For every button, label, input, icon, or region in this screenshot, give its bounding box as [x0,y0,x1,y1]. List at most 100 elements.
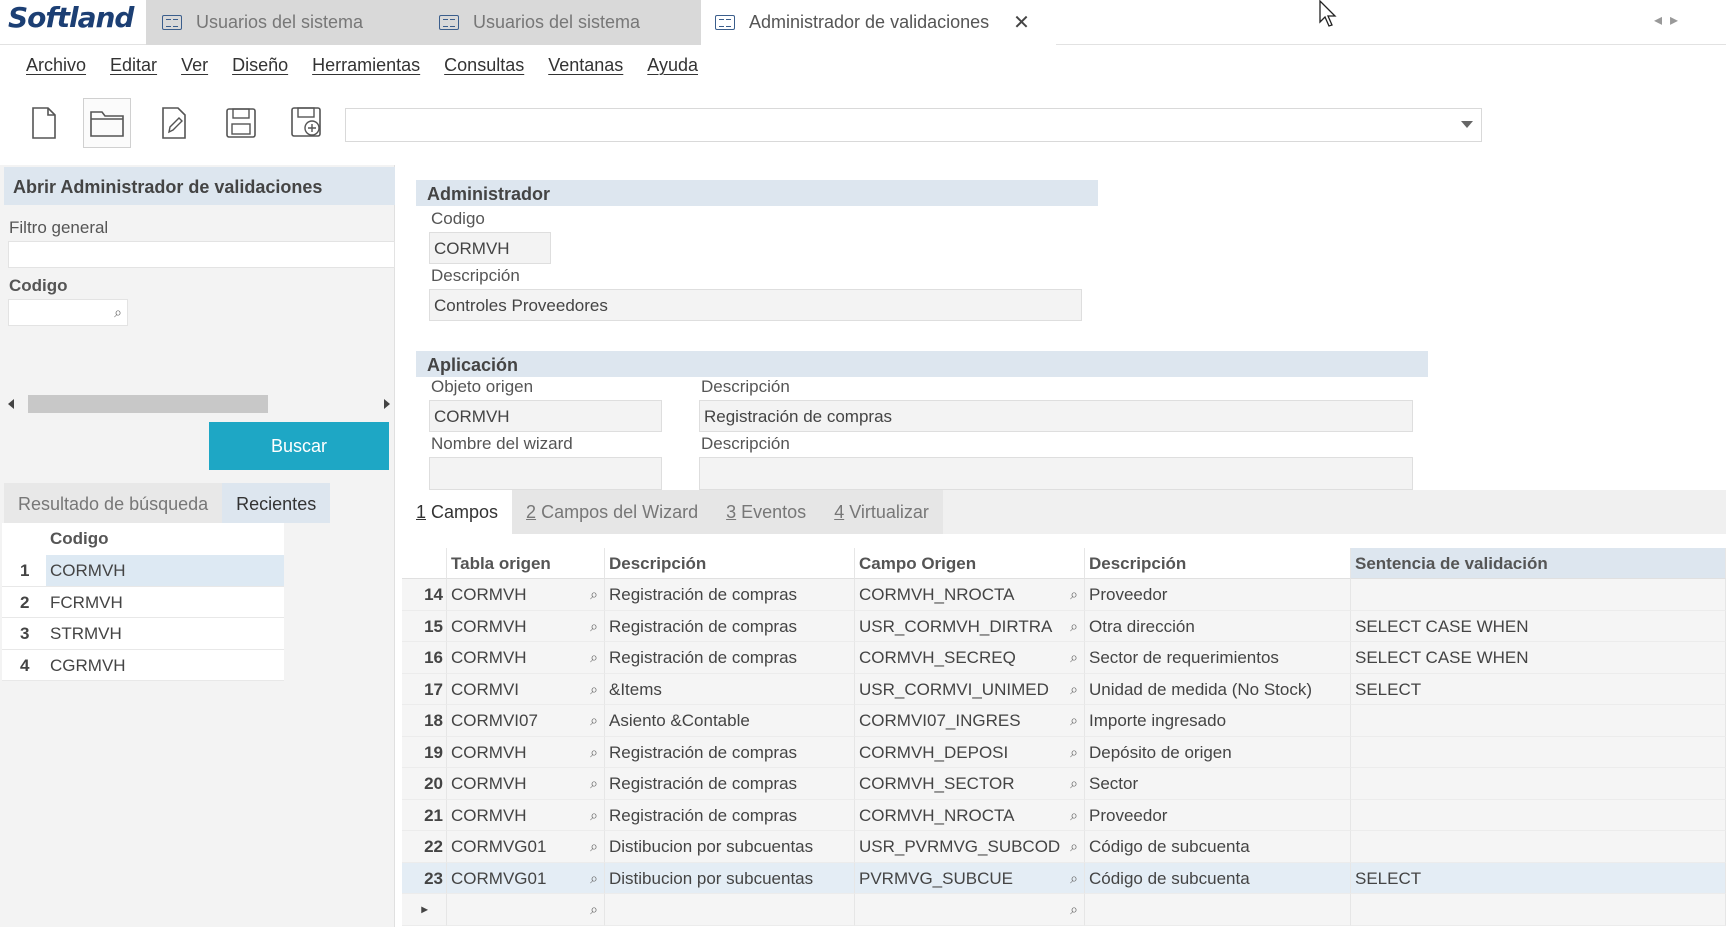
recent-code[interactable]: FCRMVH [46,586,284,617]
recent-code[interactable]: STRMVH [46,618,284,649]
cell-descripcion-campo[interactable]: Proveedor [1085,799,1351,831]
admin-descripcion-field[interactable]: Controles Proveedores [429,289,1082,321]
new-row[interactable]: ▸ ⌕ ⌕ [402,894,1726,926]
cell-descripcion[interactable]: Registración de compras [605,610,855,642]
list-item[interactable]: 2 FCRMVH [2,586,284,618]
list-item[interactable]: 1 CORMVH [2,555,284,587]
table-row[interactable]: 20 CORMVH ⌕ Registración de compras CORMVH_S… [402,768,1726,800]
menu-diseno[interactable]: Diseño [232,55,288,76]
cell-campo-origen[interactable]: ⌕ [855,894,1085,926]
cell-tabla-origen[interactable]: CORMVH ⌕ [447,610,605,642]
cell-sentencia[interactable]: SELECT CASE WHEN [1351,642,1726,674]
lookup-icon[interactable]: ⌕ [1070,775,1078,792]
cell-descripcion-campo[interactable]: Importe ingresado [1085,705,1351,737]
table-row[interactable]: 15 CORMVH ⌕ Registración de compras USR_CORM… [402,610,1726,642]
lookup-icon[interactable]: ⌕ [1070,681,1078,698]
cell-descripcion-campo[interactable]: Sector [1085,768,1351,800]
cell-sentencia[interactable] [1351,705,1726,737]
buscar-button[interactable]: Buscar [209,422,389,470]
save-as-button[interactable] [283,98,331,148]
col-tabla-origen[interactable]: Tabla origen [447,548,605,579]
cell-sentencia[interactable]: SELECT CASE WHEN [1351,610,1726,642]
cell-descripcion[interactable]: &Items [605,673,855,705]
lookup-icon[interactable]: ⌕ [590,870,598,887]
lookup-icon[interactable]: ⌕ [590,681,598,698]
table-row[interactable]: 22 CORMVG01 ⌕ Distibucion por subcuentas USR… [402,831,1726,863]
lookup-icon[interactable]: ⌕ [1070,901,1078,918]
menu-archivo[interactable]: Archivo [26,55,86,76]
table-row[interactable]: 17 CORMVI ⌕ &Items USR_CORMVI_UNIMED ⌕ Unidad … [402,673,1726,705]
menu-ventanas[interactable]: Ventanas [548,55,623,76]
tab-scroll-arrows[interactable]: ◂▸ [1654,10,1686,30]
table-row[interactable]: 16 CORMVH ⌕ Registración de compras CORMVH_S… [402,642,1726,674]
cell-tabla-origen[interactable]: CORMVH ⌕ [447,799,605,831]
toolbar-combo[interactable] [345,108,1482,142]
cell-tabla-origen[interactable]: CORMVI07 ⌕ [447,705,605,737]
cell-sentencia[interactable] [1351,799,1726,831]
lookup-icon[interactable]: ⌕ [1070,807,1078,824]
cell-descripcion-campo[interactable]: Código de subcuenta [1085,862,1351,894]
cell-descripcion-campo[interactable]: Proveedor [1085,579,1351,611]
table-row[interactable]: 23 CORMVG01 ⌕ Distibucion por subcuentas PVR… [402,862,1726,894]
objeto-origen-field[interactable]: CORMVH [429,400,662,432]
tab-administrador[interactable]: Administrador de validaciones ✕ [701,0,1056,45]
cell-descripcion-campo[interactable]: Sector de requerimientos [1085,642,1351,674]
cell-descripcion-campo[interactable]: Depósito de origen [1085,736,1351,768]
col-descripcion[interactable]: Descripción [605,548,855,579]
cell-campo-origen[interactable]: PVRMVG_SUBCUE ⌕ [855,862,1085,894]
lookup-icon[interactable]: ⌕ [590,649,598,666]
cell-campo-origen[interactable]: CORMVH_NROCTA ⌕ [855,799,1085,831]
cell-campo-origen[interactable]: CORMVH_NROCTA ⌕ [855,579,1085,611]
cell-campo-origen[interactable]: USR_CORMVI_UNIMED ⌕ [855,673,1085,705]
cell-campo-origen[interactable]: CORMVH_SECREQ ⌕ [855,642,1085,674]
list-item[interactable]: 4 CGRMVH [2,649,284,681]
table-row[interactable]: 21 CORMVH ⌕ Registración de compras CORMVH_N… [402,799,1726,831]
tab-campos[interactable]: 1 Campos [402,490,513,534]
menu-herramientas[interactable]: Herramientas [312,55,420,76]
scroll-right-icon[interactable] [384,399,390,409]
lookup-icon[interactable]: ⌕ [1070,649,1078,666]
cell-descripcion[interactable]: Distibucion por subcuentas [605,831,855,863]
lookup-icon[interactable]: ⌕ [1070,618,1078,635]
lookup-icon[interactable]: ⌕ [590,744,598,761]
menu-consultas[interactable]: Consultas [444,55,524,76]
col-descripcion-campo[interactable]: Descripción [1085,548,1351,579]
cell-campo-origen[interactable]: USR_CORMVH_DIRTRA ⌕ [855,610,1085,642]
scrollbar-thumb[interactable] [28,395,268,413]
recent-code[interactable]: CORMVH [46,555,284,586]
lookup-icon[interactable]: ⌕ [1070,870,1078,887]
new-button[interactable] [20,98,68,148]
cell-descripcion[interactable]: Registración de compras [605,642,855,674]
lookup-icon[interactable]: ⌕ [590,901,598,918]
tab-usuarios-2[interactable]: Usuarios del sistema [421,0,701,45]
cell-tabla-origen[interactable]: ⌕ [447,894,605,926]
cell-tabla-origen[interactable]: CORMVH ⌕ [447,642,605,674]
lookup-icon[interactable]: ⌕ [590,586,598,603]
lookup-icon[interactable]: ⌕ [1070,586,1078,603]
tab-eventos[interactable]: 3 Eventos [712,490,821,534]
cell-tabla-origen[interactable]: CORMVG01 ⌕ [447,862,605,894]
lookup-icon[interactable]: ⌕ [1070,838,1078,855]
search-icon[interactable]: ⌕ [114,304,122,321]
cell-descripcion[interactable]: Registración de compras [605,768,855,800]
lookup-icon[interactable]: ⌕ [590,838,598,855]
table-row[interactable]: 19 CORMVH ⌕ Registración de compras CORMVH_D… [402,736,1726,768]
tab-campos-wizard[interactable]: 2 Campos del Wizard [512,490,713,534]
edit-button[interactable] [150,98,198,148]
cell-descripcion[interactable]: Asiento &Contable [605,705,855,737]
cell-sentencia[interactable]: SELECT [1351,862,1726,894]
table-row[interactable]: 18 CORMVI07 ⌕ Asiento &Contable CORMVI07_ING… [402,705,1726,737]
tab-virtualizar[interactable]: 4 Virtualizar [820,490,943,534]
cell-descripcion-campo[interactable] [1085,894,1351,926]
lookup-icon[interactable]: ⌕ [590,712,598,729]
chevron-down-icon[interactable] [1461,121,1473,128]
cell-descripcion-campo[interactable]: Otra dirección [1085,610,1351,642]
admin-codigo-field[interactable]: CORMVH [429,232,551,264]
cell-descripcion[interactable]: Registración de compras [605,579,855,611]
cell-campo-origen[interactable]: USR_PVRMVG_SUBCOD ⌕ [855,831,1085,863]
cell-descripcion-campo[interactable]: Código de subcuenta [1085,831,1351,863]
tab-resultado-busqueda[interactable]: Resultado de búsqueda [4,483,223,523]
col-sentencia[interactable]: Sentencia de validación [1351,548,1726,579]
cell-tabla-origen[interactable]: CORMVH ⌕ [447,768,605,800]
cell-campo-origen[interactable]: CORMVI07_INGRES ⌕ [855,705,1085,737]
